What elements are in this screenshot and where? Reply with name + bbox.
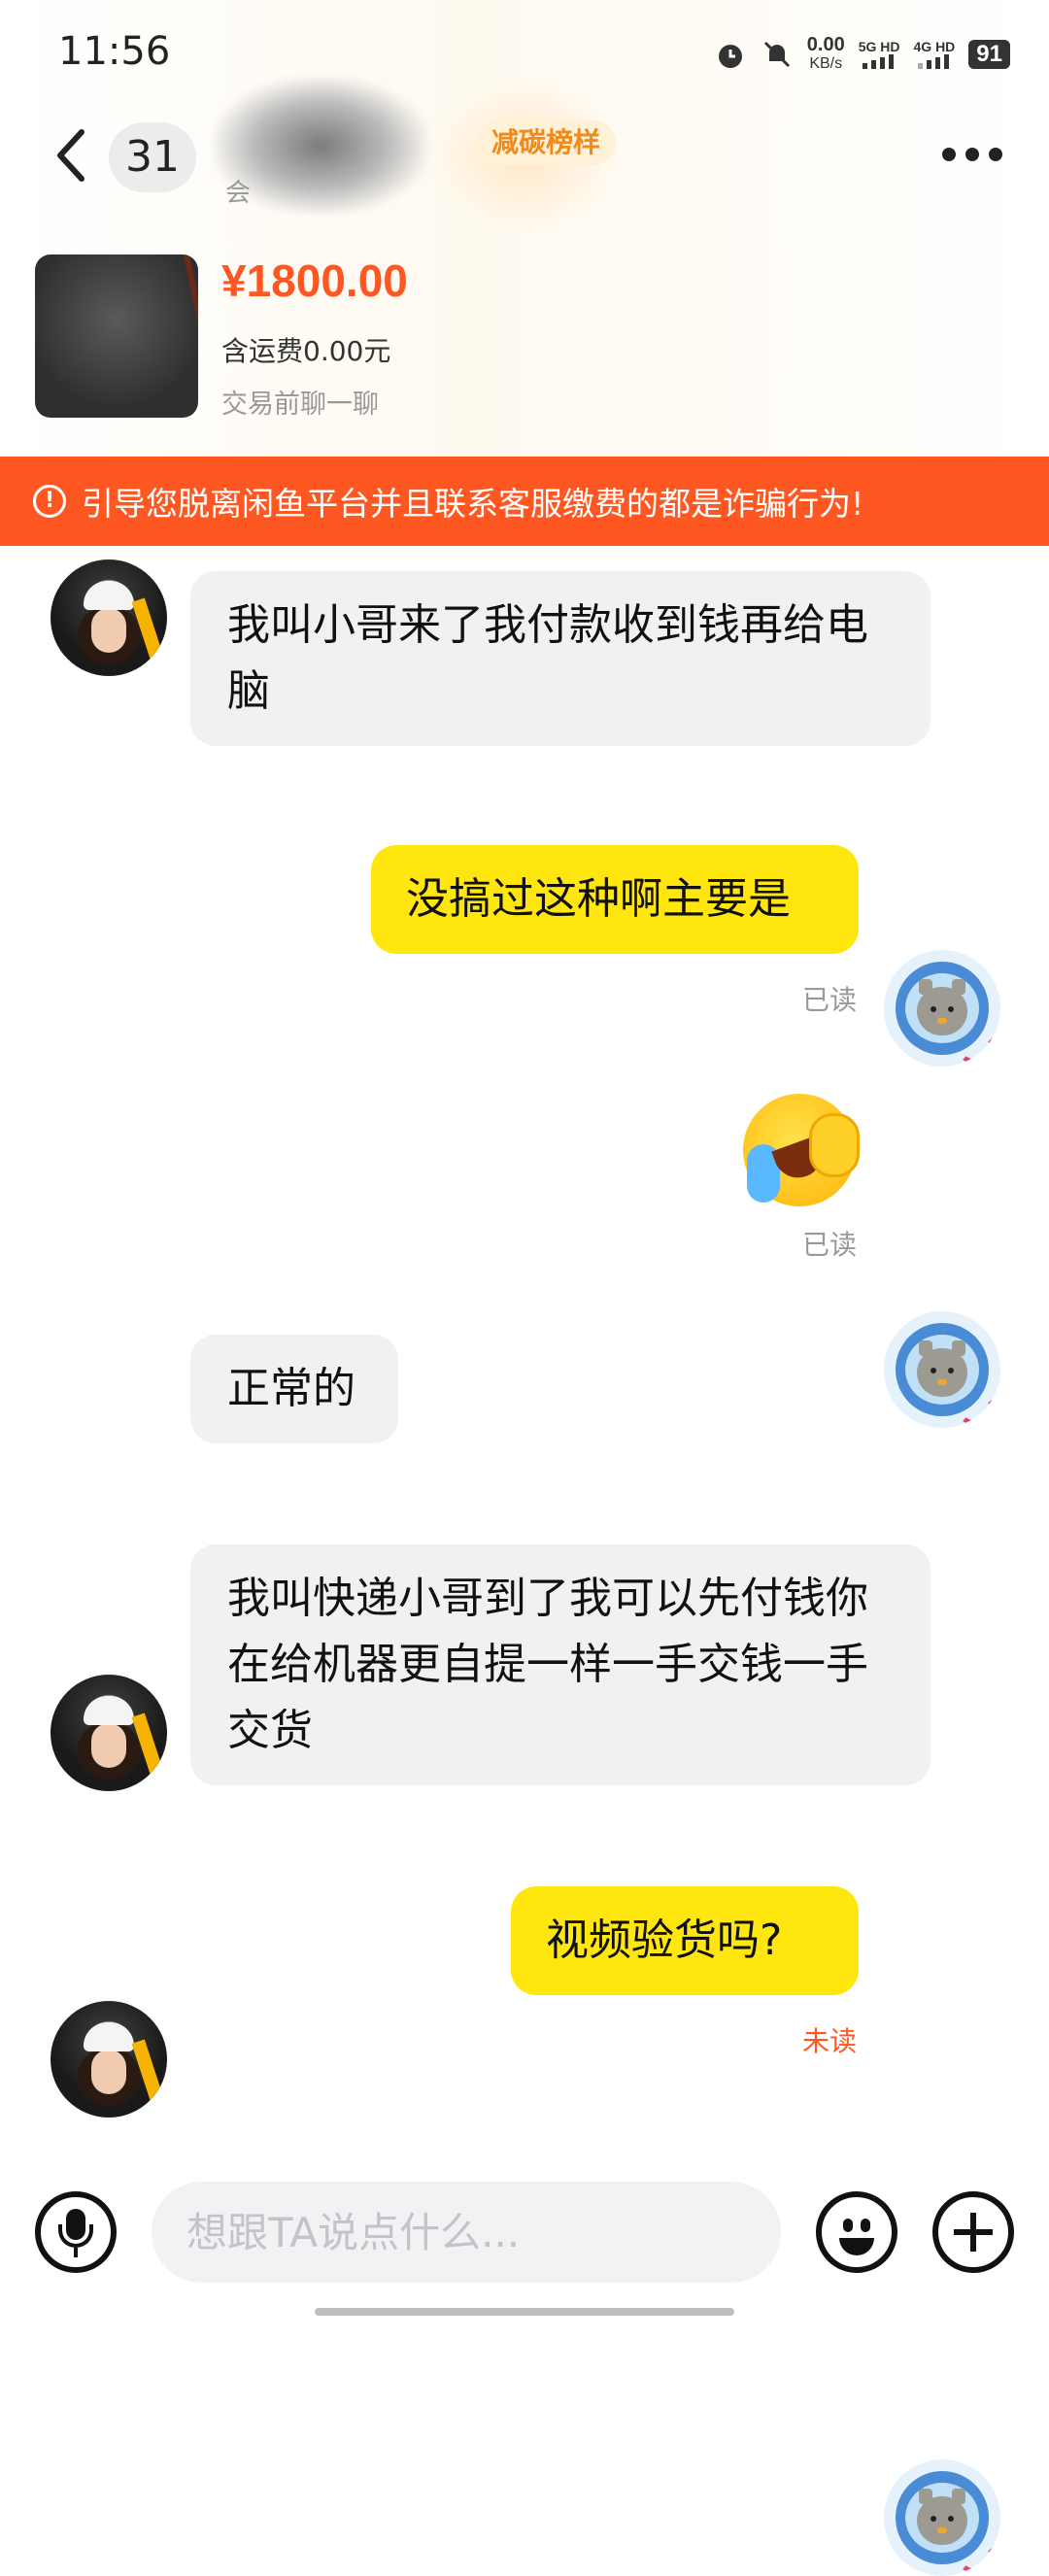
product-chat-hint: 交易前聊一聊 xyxy=(221,390,379,420)
my-avatar[interactable] xyxy=(884,2459,1000,2576)
message-bubble-outgoing[interactable]: 视频验货吗? xyxy=(511,1886,859,1995)
message-input[interactable] xyxy=(152,2182,781,2283)
fraud-warning-text: 引导您脱离闲鱼平台并且联系客服缴费的都是诈骗行为! xyxy=(82,485,864,523)
unread-status: 未读 xyxy=(802,2025,858,2057)
alarm-icon xyxy=(718,45,742,68)
mute-bell-icon xyxy=(763,41,790,68)
message-bubble-incoming[interactable]: 我叫小哥来了我付款收到钱再给电脑 xyxy=(190,571,931,746)
sim2-label: 4G HD xyxy=(913,39,956,54)
my-avatar[interactable] xyxy=(884,950,1000,1067)
back-arrow-icon[interactable] xyxy=(49,126,97,185)
my-avatar[interactable] xyxy=(884,1311,1000,1428)
other-avatar[interactable] xyxy=(51,2001,167,2118)
emoji-icon[interactable] xyxy=(816,2191,897,2273)
more-icon[interactable] xyxy=(942,148,1004,163)
read-status: 已读 xyxy=(802,1229,858,1261)
product-shipping: 含运费0.00元 xyxy=(221,335,391,367)
sim2-signal: 4G HD xyxy=(913,39,956,69)
plus-icon[interactable] xyxy=(932,2191,1014,2273)
home-indicator[interactable] xyxy=(315,2308,734,2316)
message-bubble-outgoing[interactable]: 没搞过这种啊主要是 xyxy=(371,845,859,954)
message-bubble-incoming[interactable]: 我叫快递小哥到了我可以先付钱你在给机器更自提一样一手交钱一手交货 xyxy=(190,1544,931,1785)
battery-icon: 91 xyxy=(968,40,1010,69)
seller-subtitle: 会 xyxy=(225,179,252,208)
unread-count-badge[interactable]: 31 xyxy=(109,122,196,192)
sim1-label: 5G HD xyxy=(858,39,900,54)
product-price: ¥1800.00 xyxy=(221,255,408,306)
read-status: 已读 xyxy=(802,984,858,1016)
signal-icon xyxy=(863,54,895,69)
net-speed-unit: KB/s xyxy=(809,55,843,72)
signal-icon xyxy=(917,54,949,69)
status-icons: 0.00 KB/s 5G HD 4G HD 91 xyxy=(714,35,1010,74)
sim1-signal: 5G HD xyxy=(859,40,900,69)
product-thumbnail[interactable] xyxy=(35,254,198,418)
net-speed-value: 0.00 xyxy=(806,34,845,55)
other-avatar[interactable] xyxy=(51,1675,167,1791)
status-time: 11:56 xyxy=(58,29,171,74)
message-bubble-incoming[interactable]: 正常的 xyxy=(190,1335,398,1443)
fraud-warning-banner: ! 引导您脱离闲鱼平台并且联系客服缴费的都是诈骗行为! xyxy=(0,457,1049,546)
microphone-icon[interactable] xyxy=(35,2191,117,2273)
other-avatar[interactable] xyxy=(51,559,167,676)
net-speed: 0.00 KB/s xyxy=(807,35,845,74)
crying-laughing-emoji[interactable] xyxy=(743,1094,860,1206)
seller-tag-badge: 减碳榜样 xyxy=(476,120,617,165)
warning-icon: ! xyxy=(33,485,66,518)
